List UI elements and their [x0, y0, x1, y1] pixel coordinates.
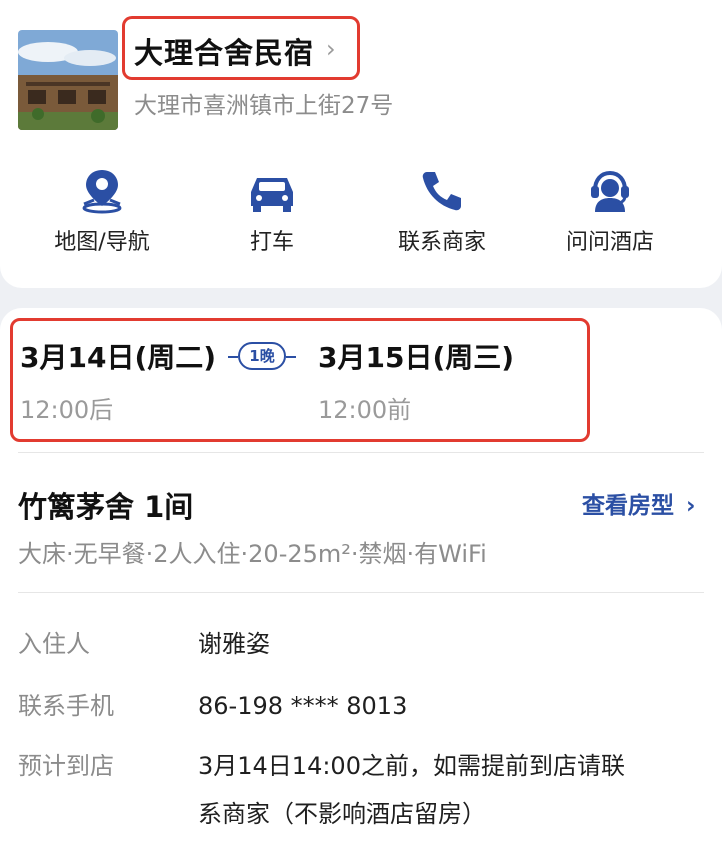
hotel-name[interactable]: 大理合舍民宿 [134, 30, 314, 72]
action-taxi[interactable]: 打车 [192, 168, 352, 256]
phone-label: 联系手机 [18, 692, 114, 720]
map-pin-icon [82, 170, 122, 214]
divider [18, 592, 704, 593]
action-label: 问问酒店 [565, 230, 654, 255]
view-room-type-link[interactable]: 查看房型 › [582, 486, 696, 520]
action-contact-merchant[interactable]: 联系商家 [362, 168, 522, 256]
action-label: 地图/导航 [54, 230, 150, 255]
divider [18, 452, 704, 453]
arrival-value-line2: 系商家（不影响酒店留房） [198, 800, 486, 828]
checkin-time: 12:00后 [20, 396, 114, 424]
chevron-right-icon[interactable]: › [326, 35, 336, 63]
hotel-card: 大理合舍民宿 › 大理市喜洲镇市上街27号 地图/导航 打车 联系商家 问问酒店 [0, 0, 722, 288]
arrival-value-line1: 3月14日14:00之前，如需提前到店请联 [198, 752, 625, 780]
action-map-navigation[interactable]: 地图/导航 [22, 168, 182, 256]
nights-connector [286, 356, 296, 358]
nights-connector [228, 356, 238, 358]
checkout-time: 12:00前 [318, 396, 412, 424]
guest-name-value: 谢雅姿 [198, 630, 270, 658]
room-specs: 大床·无早餐·2人入住·20-25m²·禁烟·有WiFi [18, 540, 487, 568]
room-name: 竹篱茅舍 1间 [18, 490, 194, 524]
hotel-photo[interactable] [18, 30, 118, 130]
checkin-date[interactable]: 3月14日(周二) [20, 336, 216, 376]
phone-icon [422, 172, 461, 211]
checkout-date[interactable]: 3月15日(周三) [318, 336, 514, 376]
hotel-address: 大理市喜洲镇市上街27号 [134, 93, 394, 119]
guest-name-label: 入住人 [18, 630, 90, 658]
action-ask-hotel[interactable]: 问问酒店 [530, 168, 690, 256]
phone-value: 86-198 **** 8013 [198, 692, 408, 720]
headset-icon [591, 170, 629, 212]
chevron-right-icon: › [686, 493, 696, 519]
car-icon [251, 178, 293, 212]
view-room-type-label: 查看房型 [582, 493, 674, 519]
action-label: 联系商家 [397, 230, 486, 255]
nights-badge: 1晚 [238, 342, 286, 370]
arrival-label: 预计到店 [18, 752, 114, 780]
action-label: 打车 [249, 230, 294, 255]
